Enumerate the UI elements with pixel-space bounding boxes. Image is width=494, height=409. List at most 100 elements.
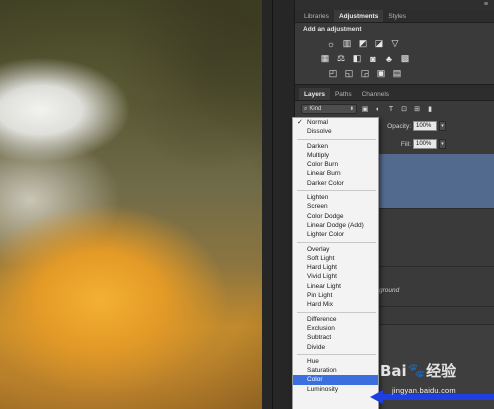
menu-separator bbox=[297, 190, 376, 192]
panel-top-strip: ≡ bbox=[295, 0, 494, 10]
tab-channels[interactable]: Channels bbox=[357, 88, 394, 100]
blend-mode-linear-burn[interactable]: Linear Burn bbox=[293, 169, 378, 178]
vibrance-icon[interactable]: ▽ bbox=[389, 38, 401, 49]
blend-mode-label: Multiply bbox=[307, 151, 330, 159]
blend-mode-vivid-light[interactable]: Vivid Light bbox=[293, 272, 378, 281]
blend-mode-menu[interactable]: ✓ Normal Dissolve Darken Multiply Color Burn L… bbox=[292, 117, 379, 409]
fill-field[interactable]: 100% bbox=[413, 139, 437, 149]
tab-styles[interactable]: Styles bbox=[383, 10, 411, 22]
checkmark-icon: ✓ bbox=[297, 119, 303, 126]
blend-mode-label: Color Dodge bbox=[307, 212, 344, 220]
menu-separator bbox=[297, 138, 376, 140]
watermark-logo: Bai 🐾 经验 bbox=[380, 360, 456, 381]
document-canvas[interactable] bbox=[0, 0, 262, 409]
fill-dropdown-icon[interactable]: ▾ bbox=[439, 139, 446, 149]
opacity-dropdown-icon[interactable]: ▾ bbox=[439, 121, 446, 131]
photo-filter-icon[interactable]: ◙ bbox=[367, 53, 379, 64]
blend-mode-hard-mix[interactable]: Hard Mix bbox=[293, 300, 378, 309]
menu-separator bbox=[297, 353, 376, 355]
blend-mode-label: Divide bbox=[307, 343, 326, 351]
levels-icon[interactable]: ▥ bbox=[341, 38, 353, 49]
background-layer-name[interactable]: ground bbox=[379, 287, 399, 294]
blend-mode-label: Linear Dodge (Add) bbox=[307, 221, 364, 229]
gutter-edge bbox=[272, 0, 273, 409]
threshold-icon[interactable]: ◲ bbox=[359, 68, 371, 79]
blend-mode-normal[interactable]: ✓ Normal bbox=[293, 118, 378, 127]
blend-mode-dissolve[interactable]: Dissolve bbox=[293, 127, 378, 136]
color-balance-icon[interactable]: ⚖ bbox=[335, 53, 347, 64]
search-icon: ⌕ bbox=[304, 105, 308, 112]
blend-mode-label: Hard Mix bbox=[307, 301, 334, 309]
blend-mode-subtract[interactable]: Subtract bbox=[293, 333, 378, 342]
exposure-icon[interactable]: ◪ bbox=[373, 38, 385, 49]
tab-libraries[interactable]: Libraries bbox=[299, 10, 334, 22]
blend-mode-linear-dodge-add[interactable]: Linear Dodge (Add) bbox=[293, 221, 378, 230]
adjustment-icons-row-1: ☼ ▥ ◩ ◪ ▽ bbox=[295, 36, 494, 51]
blend-mode-linear-light[interactable]: Linear Light bbox=[293, 282, 378, 291]
tab-layers[interactable]: Layers bbox=[299, 88, 330, 100]
kind-filter-select[interactable]: ⌕ Kind ⬍ bbox=[301, 104, 357, 114]
blend-mode-darken[interactable]: Darken bbox=[293, 142, 378, 151]
layers-tabbar: Layers Paths Channels bbox=[295, 88, 494, 101]
menu-separator bbox=[297, 311, 376, 313]
blend-mode-overlay[interactable]: Overlay bbox=[293, 245, 378, 254]
tab-paths[interactable]: Paths bbox=[330, 88, 357, 100]
blend-mode-soft-light[interactable]: Soft Light bbox=[293, 254, 378, 263]
blend-mode-multiply[interactable]: Multiply bbox=[293, 151, 378, 160]
blend-mode-label: Saturation bbox=[307, 367, 337, 375]
blend-mode-label: Overlay bbox=[307, 245, 330, 253]
hue-saturation-icon[interactable]: ▦ bbox=[319, 53, 331, 64]
blend-mode-exclusion[interactable]: Exclusion bbox=[293, 324, 378, 333]
paw-icon: 🐾 bbox=[407, 362, 426, 379]
adjustment-filter-icon[interactable]: ◐ bbox=[373, 104, 383, 114]
blend-mode-difference[interactable]: Difference bbox=[293, 315, 378, 324]
filter-toggle-icon[interactable]: ▮ bbox=[425, 104, 435, 114]
gradient-map-icon[interactable]: ▤ bbox=[391, 68, 403, 79]
opacity-field[interactable]: 100% bbox=[413, 121, 437, 131]
blend-mode-label: Subtract bbox=[307, 334, 332, 342]
blend-mode-divide[interactable]: Divide bbox=[293, 343, 378, 352]
smart-object-filter-icon[interactable]: ⊞ bbox=[412, 104, 422, 114]
shape-filter-icon[interactable]: ⊡ bbox=[399, 104, 409, 114]
blend-mode-label: Lighten bbox=[307, 194, 329, 202]
panel-menu-icon[interactable]: ≡ bbox=[484, 1, 488, 8]
blend-mode-lighter-color[interactable]: Lighter Color bbox=[293, 230, 378, 239]
blend-mode-lighten[interactable]: Lighten bbox=[293, 193, 378, 202]
color-lookup-icon[interactable]: ▩ bbox=[399, 53, 411, 64]
blend-mode-color-dodge[interactable]: Color Dodge bbox=[293, 212, 378, 221]
layer-filter-row: ⌕ Kind ⬍ ▣ ◐ T ⊡ ⊞ ▮ bbox=[295, 101, 494, 117]
blend-mode-label: Vivid Light bbox=[307, 273, 337, 281]
posterize-icon[interactable]: ◱ bbox=[343, 68, 355, 79]
channel-mixer-icon[interactable]: ♣ bbox=[383, 53, 395, 64]
blend-mode-color[interactable]: Color bbox=[293, 375, 378, 385]
curves-icon[interactable]: ◩ bbox=[357, 38, 369, 49]
selected-layer-row[interactable] bbox=[379, 154, 494, 208]
blend-mode-hard-light[interactable]: Hard Light bbox=[293, 263, 378, 272]
adjustments-tabbar: Libraries Adjustments Styles bbox=[295, 10, 494, 23]
blend-mode-darker-color[interactable]: Darker Color bbox=[293, 179, 378, 188]
blend-mode-label: Linear Burn bbox=[307, 170, 341, 178]
menu-separator bbox=[297, 241, 376, 243]
blend-mode-screen[interactable]: Screen bbox=[293, 202, 378, 211]
selective-color-icon[interactable]: ▣ bbox=[375, 68, 387, 79]
kind-label: Kind bbox=[309, 106, 322, 112]
blend-mode-label: Normal bbox=[307, 119, 328, 126]
black-white-icon[interactable]: ◧ bbox=[351, 53, 363, 64]
blend-mode-luminosity[interactable]: Luminosity bbox=[293, 385, 378, 394]
type-filter-icon[interactable]: T bbox=[386, 104, 396, 114]
invert-icon[interactable]: ◰ bbox=[327, 68, 339, 79]
blend-mode-hue[interactable]: Hue bbox=[293, 357, 378, 366]
tab-adjustments[interactable]: Adjustments bbox=[333, 10, 384, 22]
blend-mode-label: Exclusion bbox=[307, 324, 335, 332]
blend-mode-label: Color Burn bbox=[307, 161, 339, 169]
blend-mode-color-burn[interactable]: Color Burn bbox=[293, 160, 378, 169]
blend-mode-label: Hue bbox=[307, 357, 319, 365]
opacity-label: Opacity: bbox=[387, 122, 411, 130]
pixel-filter-icon[interactable]: ▣ bbox=[360, 104, 370, 114]
watermark-url: jingyan.baidu.com bbox=[392, 386, 456, 395]
blend-mode-pin-light[interactable]: Pin Light bbox=[293, 291, 378, 300]
brightness-contrast-icon[interactable]: ☼ bbox=[325, 38, 337, 49]
watermark: Bai 🐾 经验 jingyan.baidu.com bbox=[378, 360, 494, 409]
blend-mode-label: Screen bbox=[307, 203, 328, 211]
blend-mode-saturation[interactable]: Saturation bbox=[293, 366, 378, 375]
